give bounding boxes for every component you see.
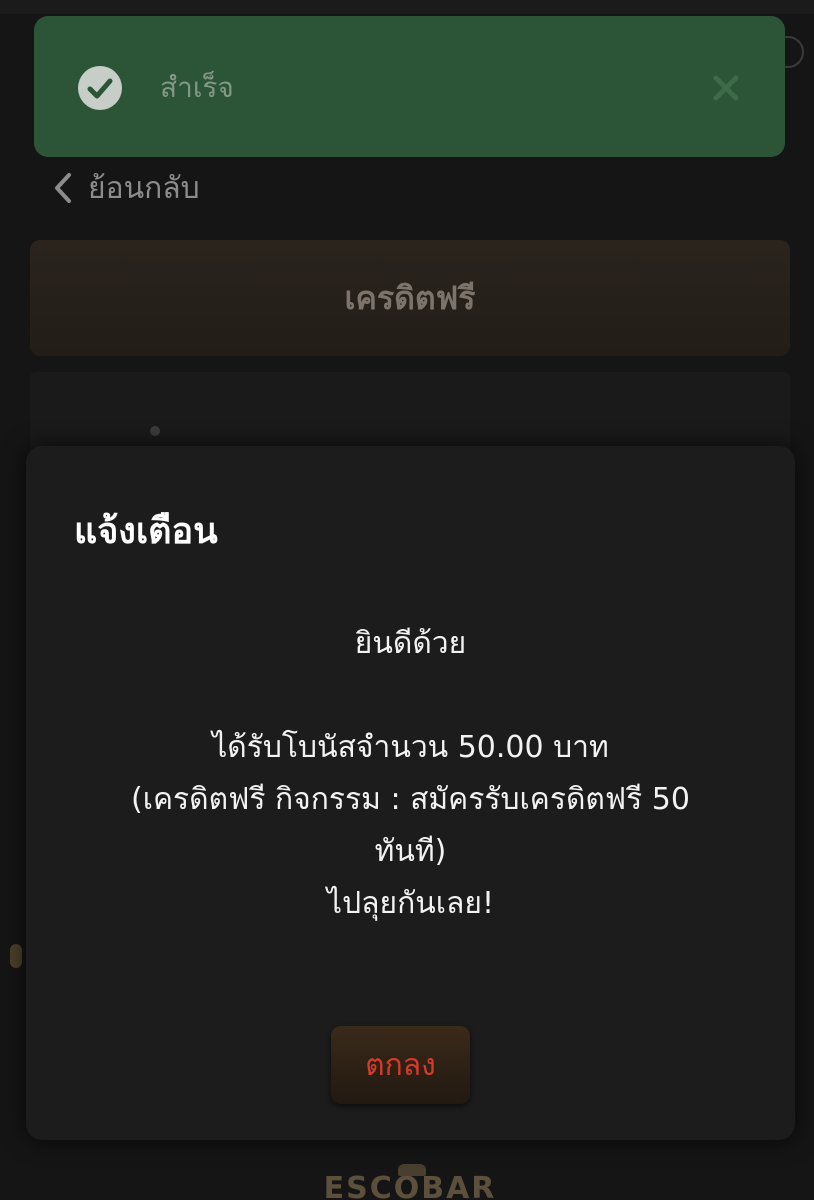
- brand-logo: ESCOBAR: [312, 1164, 508, 1200]
- dialog-line-bonus: ได้รับโบนัสจำนวน 50.00 บาท: [212, 730, 609, 765]
- toast-message: สำเร็จ: [160, 71, 234, 104]
- ok-button[interactable]: ตกลง: [331, 1026, 470, 1104]
- dialog-message: ยินดีด้วย ได้รับโบนัสจำนวน 50.00 บาท (เค…: [66, 618, 755, 930]
- dialog-line-activity: (เครดิตฟรี กิจกรรม : สมัครรับเครดิตฟรี 5…: [131, 782, 690, 817]
- page: ย้อนกลับ เครดิตฟรี ESCOBAR สำเร็จ แจ้งเต…: [0, 0, 814, 1200]
- dialog-greeting: ยินดีด้วย: [354, 626, 467, 661]
- back-link[interactable]: ย้อนกลับ: [52, 166, 200, 210]
- close-icon[interactable]: [706, 68, 746, 108]
- page-title: เครดิตฟรี: [344, 278, 476, 317]
- dialog-line-cta: ไปลุยกันเลย!: [326, 886, 494, 921]
- page-title-bar: เครดิตฟรี: [30, 240, 790, 356]
- logo-text: ESCOBAR: [323, 1171, 497, 1200]
- check-circle-icon: [78, 66, 122, 110]
- left-ornament: [10, 944, 22, 968]
- success-toast: สำเร็จ: [34, 16, 785, 157]
- chevron-left-icon: [52, 171, 74, 205]
- logo-hat-icon: [398, 1164, 426, 1176]
- dialog-title: แจ้งเตือน: [74, 511, 218, 552]
- banner-decoration: [150, 426, 160, 436]
- alert-dialog: แจ้งเตือน ยินดีด้วย ได้รับโบนัสจำนวน 50.…: [26, 446, 795, 1140]
- top-bar: [0, 0, 814, 14]
- back-link-label: ย้อนกลับ: [88, 170, 200, 206]
- dialog-line-instant: ทันที): [374, 834, 447, 869]
